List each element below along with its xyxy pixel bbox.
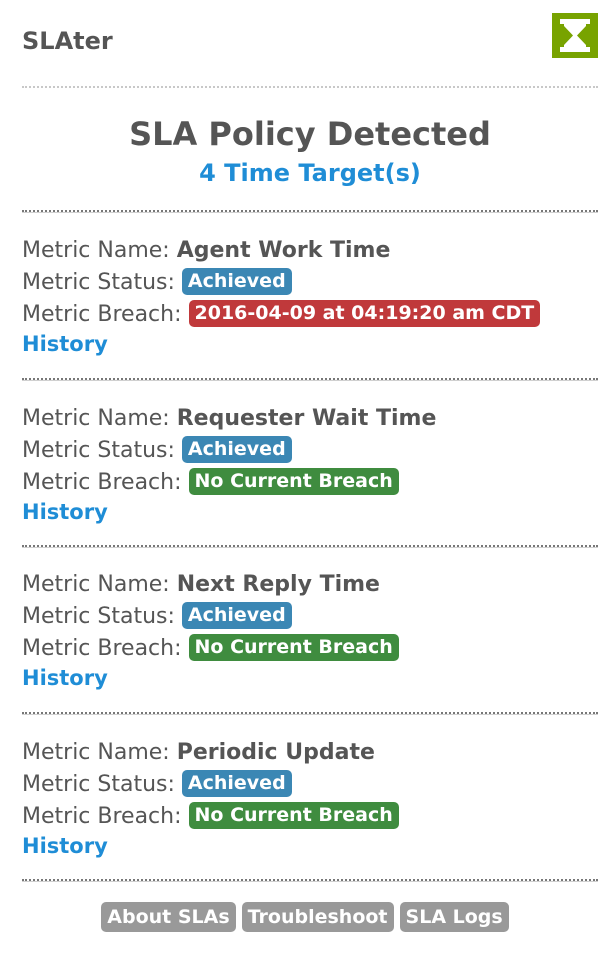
metric-breach-label: Metric Breach: (22, 302, 182, 327)
metric-breach-label: Metric Breach: (22, 470, 182, 495)
metric-name-row: Metric Name: Requester Wait Time (22, 403, 598, 435)
metric-block: Metric Name: Requester Wait Time Metric … (22, 403, 598, 525)
history-link[interactable]: History (22, 499, 108, 525)
metric-name-value: Agent Work Time (176, 238, 391, 263)
troubleshoot-button[interactable]: Troubleshoot (241, 902, 394, 932)
metric-name-row: Metric Name: Next Reply Time (22, 569, 598, 601)
section-divider (22, 378, 598, 381)
header-divider (22, 86, 598, 88)
metric-status-label: Metric Status: (22, 604, 175, 629)
hourglass-icon (552, 13, 598, 58)
app-header: SLAter (22, 0, 598, 86)
metric-status-row: Metric Status: Achieved (22, 267, 598, 299)
breach-badge: No Current Breach (188, 801, 399, 829)
breach-badge: No Current Breach (188, 633, 399, 661)
metric-status-row: Metric Status: Achieved (22, 769, 598, 801)
metric-name-value: Next Reply Time (176, 572, 380, 597)
breach-badge: 2016-04-09 at 04:19:20 am CDT (188, 299, 541, 327)
metric-status-row: Metric Status: Achieved (22, 601, 598, 633)
history-link[interactable]: History (22, 331, 108, 357)
breach-badge: No Current Breach (188, 467, 399, 495)
app-title: SLAter (22, 27, 113, 55)
metric-status-label: Metric Status: (22, 772, 175, 797)
metric-status-label: Metric Status: (22, 438, 175, 463)
metric-breach-row: Metric Breach: No Current Breach (22, 467, 598, 499)
metric-breach-row: Metric Breach: No Current Breach (22, 801, 598, 833)
history-link[interactable]: History (22, 665, 108, 691)
metric-name-value: Periodic Update (176, 740, 375, 765)
section-divider (22, 879, 598, 882)
status-badge: Achieved (181, 769, 292, 797)
metric-block: Metric Name: Next Reply Time Metric Stat… (22, 569, 598, 691)
section-divider (22, 712, 598, 715)
history-link[interactable]: History (22, 833, 108, 859)
metric-block: Metric Name: Agent Work Time Metric Stat… (22, 235, 598, 357)
metric-name-value: Requester Wait Time (176, 406, 437, 431)
metric-breach-label: Metric Breach: (22, 636, 182, 661)
section-divider (22, 545, 598, 548)
metric-breach-row: Metric Breach: No Current Breach (22, 633, 598, 665)
metric-breach-row: Metric Breach: 2016-04-09 at 04:19:20 am… (22, 299, 598, 331)
metric-name-row: Metric Name: Periodic Update (22, 737, 598, 769)
policy-summary: SLA Policy Detected 4 Time Target(s) (22, 113, 598, 189)
metric-status-row: Metric Status: Achieved (22, 435, 598, 467)
metric-name-label: Metric Name: (22, 740, 170, 765)
metric-block: Metric Name: Periodic Update Metric Stat… (22, 737, 598, 859)
about-slas-button[interactable]: About SLAs (101, 902, 236, 932)
status-badge: Achieved (181, 267, 292, 295)
section-divider (22, 210, 598, 213)
status-badge: Achieved (181, 601, 292, 629)
policy-title: SLA Policy Detected (129, 115, 491, 153)
footer-actions: About SLAs Troubleshoot SLA Logs (0, 902, 610, 932)
metric-name-label: Metric Name: (22, 238, 170, 263)
metric-status-label: Metric Status: (22, 270, 175, 295)
metric-name-row: Metric Name: Agent Work Time (22, 235, 598, 267)
metric-name-label: Metric Name: (22, 406, 170, 431)
status-badge: Achieved (181, 435, 292, 463)
time-target-count: 4 Time Target(s) (199, 159, 421, 187)
sla-logs-button[interactable]: SLA Logs (399, 902, 509, 932)
metric-breach-label: Metric Breach: (22, 804, 182, 829)
slater-app: SLAter SLA Policy Detected 4 Time Target… (0, 0, 610, 960)
metric-name-label: Metric Name: (22, 572, 170, 597)
